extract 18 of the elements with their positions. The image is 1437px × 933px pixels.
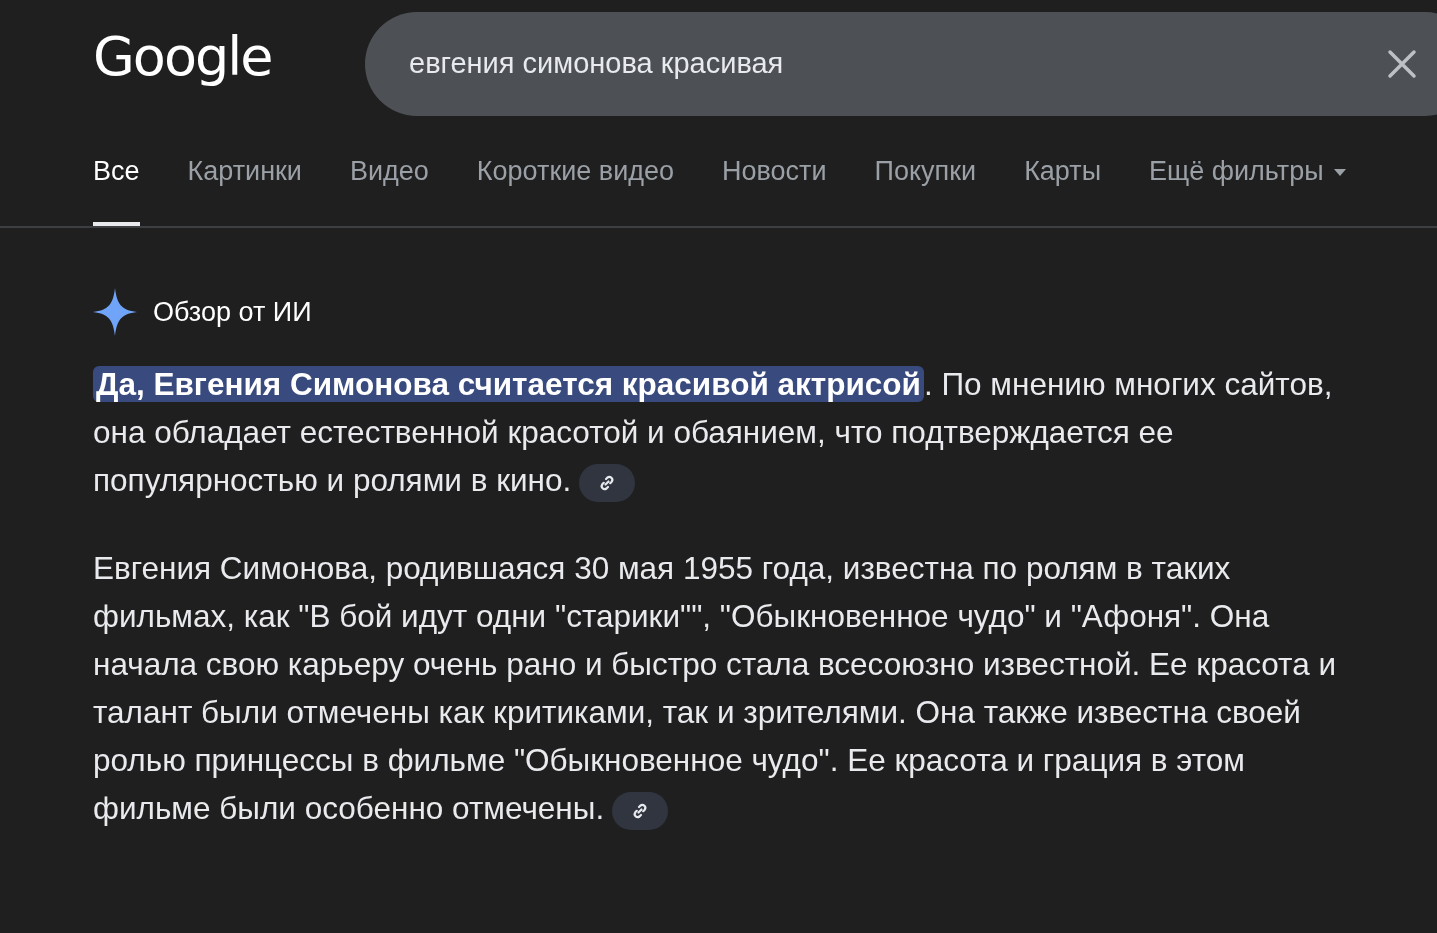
search-bar[interactable]: евгения симонова красивая	[365, 12, 1437, 116]
paragraph: Да, Евгения Симонова считается красивой актрисой. По мнению многих сайтов, она обладает естественной красотой и обаянием, что подтверждается ее популярностью и ролями в кино.	[93, 360, 1350, 504]
tab[interactable]: Ещё фильтры	[1149, 116, 1346, 226]
tab[interactable]: Видео	[349, 116, 429, 226]
close-icon[interactable]	[1387, 49, 1417, 79]
tab[interactable]: Картинки	[187, 116, 302, 226]
search-input[interactable]: евгения симонова красивая	[407, 41, 1387, 87]
tab[interactable]: Новости	[722, 116, 827, 226]
google-logo[interactable]: Google	[93, 12, 365, 84]
source-link-button[interactable]	[579, 463, 636, 502]
section-title: Обзор от ИИ	[153, 295, 312, 329]
sparkle-icon	[93, 288, 137, 336]
source-link-button[interactable]	[612, 791, 669, 830]
tab[interactable]: Все	[93, 116, 140, 226]
tab[interactable]: Короткие видео	[476, 116, 675, 226]
tab[interactable]: Карты	[1024, 116, 1102, 226]
paragraph: Евгения Симонова, родившаяся 30 мая 1955 года, известна по ролям в таких фильмах, как "В бой идут одни "старики"", "Обыкновенное чудо" и "Афоня". Она начала свою карьеру очень рано и быстро стала всесоюзно известной. Ее красота и талант были отмечены как критиками, так и зрителями. Она также известна своей ролью принцессы в фильме "Обыкновенное чудо". Ее красота и грация в этом фильме были особенно отмечены.	[93, 544, 1350, 832]
tab[interactable]: Покупки	[874, 116, 977, 226]
